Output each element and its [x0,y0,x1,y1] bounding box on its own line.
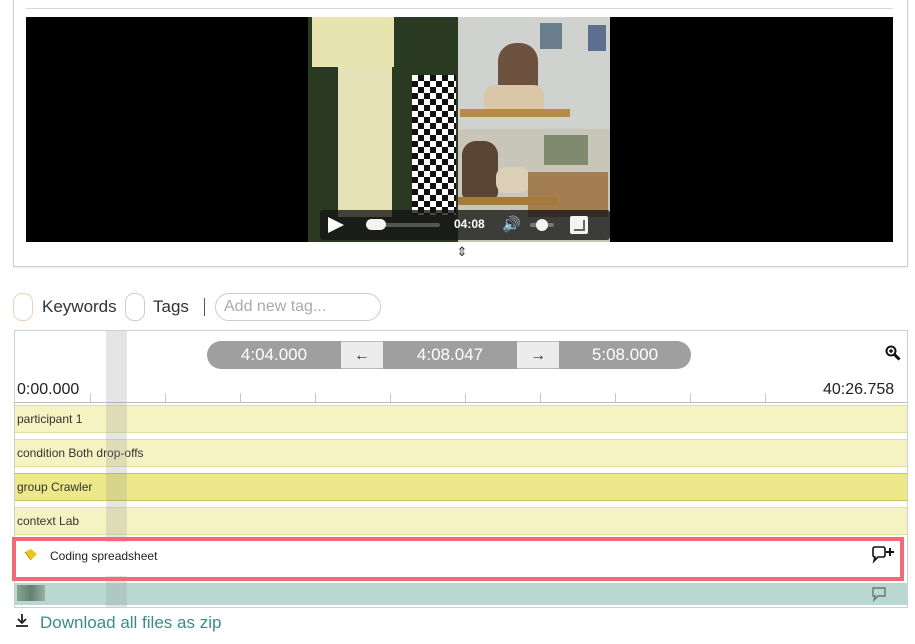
keywords-toggle[interactable] [13,293,33,321]
ruler-start-time: 0:00.000 [17,381,80,398]
ruler-tick [540,393,541,402]
tags-label: Tags [153,297,189,316]
ruler-tick [240,393,241,402]
next-region-button[interactable]: 5:08.000 [559,341,691,369]
step-back-button[interactable]: ← [341,341,383,369]
volume-handle[interactable] [536,219,548,231]
media-thumbnail [17,585,45,601]
tag-separator [204,298,205,316]
track-participant[interactable]: participant 1 [15,405,907,433]
add-comment-icon[interactable] [871,546,895,564]
resize-handle-icon[interactable]: ⇕ [454,244,470,260]
tag-icon [24,549,37,561]
ruler-tick [390,393,391,402]
seek-handle[interactable] [366,219,386,230]
ruler-end-time: 40:26.758 [823,381,895,398]
play-icon[interactable] [328,217,344,233]
download-zip-link[interactable]: Download all files as zip [40,613,221,633]
current-time-display: 04:08 [454,217,485,231]
fullscreen-icon[interactable] [570,216,588,234]
media-track[interactable] [15,583,907,605]
step-forward-button[interactable]: → [517,341,559,369]
coding-spreadsheet-label: Coding spreadsheet [50,549,158,563]
zoom-icon[interactable] [885,345,901,361]
download-icon[interactable] [15,613,29,627]
panel-divider [26,8,893,9]
tags-toggle[interactable] [125,293,145,321]
video-controls: 04:08 🔊 [320,210,610,240]
add-comment-icon[interactable] [871,585,895,603]
ruler-tick [465,393,466,402]
track-group[interactable]: group Crawler [15,473,907,501]
ruler-tick [90,393,91,402]
ruler-line [15,402,907,403]
ruler-tick [690,393,691,402]
ruler-tick [765,393,766,402]
keywords-label: Keywords [42,297,117,316]
timeline-panel: 4:04.000 ← 4:08.047 → 5:08.000 0:00.000 … [14,330,908,608]
ruler-tick [165,393,166,402]
current-time-button[interactable]: 4:08.047 [383,341,517,369]
video-frame-image [308,17,610,242]
new-tag-input[interactable] [215,293,381,321]
ruler-tick [315,393,316,402]
track-condition[interactable]: condition Both drop-offs [15,439,907,467]
volume-icon[interactable]: 🔊 [502,216,524,234]
track-context[interactable]: context Lab [15,507,907,535]
coding-spreadsheet-row[interactable]: Coding spreadsheet [15,542,907,576]
prev-region-button[interactable]: 4:04.000 [207,341,341,369]
video-player[interactable]: 04:08 🔊 [26,17,893,242]
ruler-tick [615,393,616,402]
